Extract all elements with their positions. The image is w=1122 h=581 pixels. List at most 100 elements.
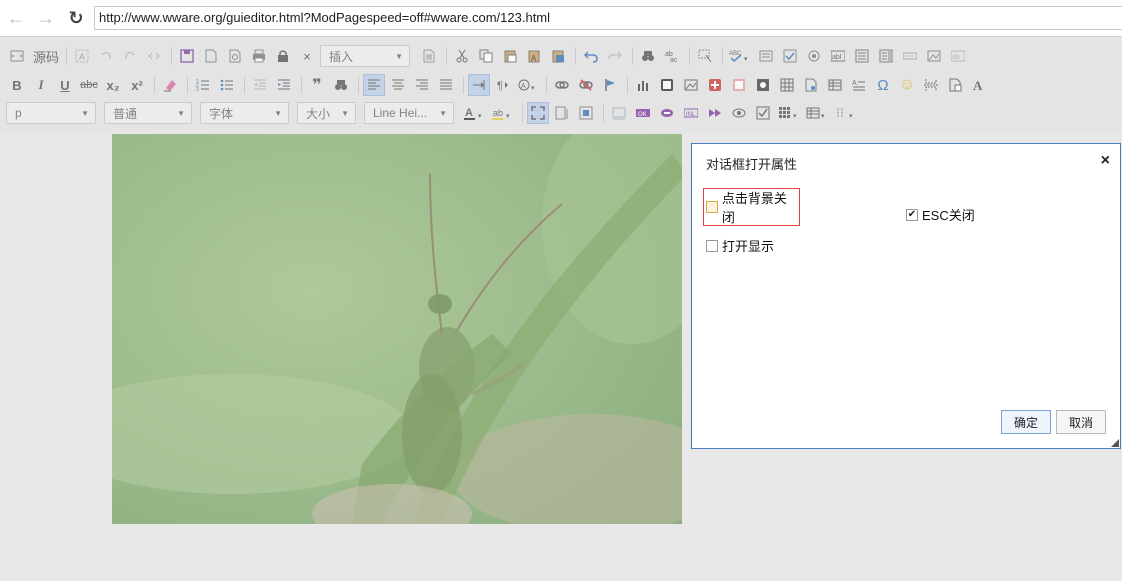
blockquote-icon[interactable]: ❞ — [306, 74, 328, 96]
redo-gray-icon[interactable] — [119, 45, 141, 67]
table-icon[interactable] — [824, 74, 846, 96]
subscript-icon[interactable]: x₂ — [102, 74, 124, 96]
find-icon-2[interactable] — [330, 74, 352, 96]
remove-format-icon[interactable] — [159, 74, 181, 96]
grid-icon[interactable]: ▾ — [776, 102, 802, 124]
page-break-icon[interactable] — [920, 74, 942, 96]
esc-close-option[interactable]: ✔ ESC关闭 — [906, 205, 975, 224]
plus-icon[interactable] — [704, 74, 726, 96]
copy-icon[interactable] — [475, 45, 497, 67]
special-char-icon[interactable]: Ω — [872, 74, 894, 96]
code-icon[interactable] — [143, 45, 165, 67]
bullet-list-icon[interactable] — [216, 74, 238, 96]
source-button[interactable]: 源码 — [30, 45, 62, 67]
esc-close-checkbox[interactable]: ✔ — [906, 208, 918, 221]
back-arrow-icon[interactable]: ← — [6, 8, 26, 28]
address-bar[interactable]: http://www.wware.org/guieditor.html?ModP… — [94, 6, 1122, 30]
line-height-dropdown[interactable]: Line Hei... ▼ — [364, 102, 454, 124]
ltr-icon[interactable] — [468, 74, 490, 96]
superscript-icon[interactable]: x² — [126, 74, 148, 96]
chart-icon[interactable] — [632, 74, 654, 96]
undo-gray-icon[interactable] — [95, 45, 117, 67]
select-list-icon[interactable] — [875, 45, 897, 67]
image-icon[interactable] — [680, 74, 702, 96]
select-all-icon[interactable]: A — [71, 45, 93, 67]
preview-icon[interactable] — [224, 45, 246, 67]
radio-icon[interactable] — [803, 45, 825, 67]
forward-icon[interactable] — [704, 102, 726, 124]
hidden-field-icon[interactable]: ab — [947, 45, 969, 67]
maximize-icon[interactable] — [527, 102, 549, 124]
cut-icon[interactable] — [451, 45, 473, 67]
button-icon[interactable] — [899, 45, 921, 67]
align-right-icon[interactable] — [411, 74, 433, 96]
rtl-icon[interactable]: ¶ — [492, 74, 514, 96]
text-color-icon[interactable]: A ▾ — [462, 102, 488, 124]
outdent-icon[interactable] — [249, 74, 271, 96]
print-icon[interactable] — [248, 45, 270, 67]
paste-icon[interactable] — [499, 45, 521, 67]
paste-word-icon[interactable] — [547, 45, 569, 67]
font-dropdown[interactable]: 字体 ▼ — [200, 102, 289, 124]
numbered-list-icon[interactable]: 123 — [192, 74, 214, 96]
insert-dropdown[interactable]: 插入 ▼ — [320, 45, 411, 67]
oval-badge-icon[interactable] — [656, 102, 678, 124]
about-icon[interactable] — [575, 102, 597, 124]
open-show-checkbox[interactable] — [706, 239, 718, 252]
align-center-icon[interactable] — [387, 74, 409, 96]
select-icon[interactable] — [694, 45, 716, 67]
save-icon[interactable] — [176, 45, 198, 67]
spellcheck-icon[interactable]: ABC ▾ — [727, 45, 753, 67]
video-icon[interactable] — [752, 74, 774, 96]
cancel-button[interactable]: 取消 — [1056, 410, 1106, 434]
flash-icon[interactable] — [656, 74, 678, 96]
font-size-dropdown[interactable]: 大小 ▼ — [297, 102, 356, 124]
background-color-icon[interactable]: ab ▾ — [490, 102, 516, 124]
ok-badge-icon[interactable]: OK — [632, 102, 654, 124]
align-left-icon[interactable] — [363, 74, 385, 96]
paragraph-format-dropdown[interactable]: p ▼ — [6, 102, 96, 124]
iframe-icon[interactable] — [728, 74, 750, 96]
bold-icon[interactable]: B — [6, 74, 28, 96]
justify-icon[interactable] — [435, 74, 457, 96]
close-doc-icon[interactable]: × — [296, 45, 318, 67]
lock-icon[interactable] — [272, 45, 294, 67]
check-box-icon[interactable] — [752, 102, 774, 124]
inline-badge-icon[interactable]: INL — [680, 102, 702, 124]
smiley-icon[interactable]: ☺ — [896, 74, 918, 96]
template-doc-icon[interactable] — [944, 74, 966, 96]
italic-icon[interactable]: I — [30, 74, 52, 96]
paste-text-icon[interactable]: A — [523, 45, 545, 67]
textfield-icon[interactable]: abl — [827, 45, 849, 67]
form-icon[interactable] — [755, 45, 777, 67]
indent-icon[interactable] — [273, 74, 295, 96]
reload-icon[interactable]: ↻ — [66, 8, 86, 28]
find-icon[interactable] — [637, 45, 659, 67]
redo-icon[interactable] — [604, 45, 626, 67]
source-icon[interactable] — [6, 45, 28, 67]
unlink-icon[interactable] — [575, 74, 597, 96]
eye-icon[interactable] — [728, 102, 750, 124]
ok-button[interactable]: 确定 — [1001, 410, 1051, 434]
undo-icon[interactable] — [580, 45, 602, 67]
resize-handle-icon[interactable] — [1111, 439, 1119, 447]
new-page-icon[interactable] — [200, 45, 222, 67]
template-icon[interactable] — [418, 45, 440, 67]
link-icon[interactable] — [551, 74, 573, 96]
document-icon[interactable] — [800, 74, 822, 96]
table-menu-icon[interactable]: ▾ — [804, 102, 830, 124]
textarea-icon[interactable] — [851, 45, 873, 67]
language-icon[interactable]: A ▾ — [516, 74, 540, 96]
click-bg-close-checkbox[interactable] — [706, 201, 718, 213]
anchor-icon[interactable] — [599, 74, 621, 96]
columns-icon[interactable]: ▾ — [832, 102, 858, 124]
image-button-icon[interactable] — [923, 45, 945, 67]
open-show-option[interactable]: 打开显示 — [706, 236, 774, 255]
click-bg-close-option[interactable]: 点击背景关闭 — [703, 188, 800, 226]
underline-icon[interactable]: U — [54, 74, 76, 96]
forward-arrow-icon[interactable]: → — [36, 8, 56, 28]
horizontal-rule-icon[interactable]: A — [848, 74, 870, 96]
show-blocks-icon[interactable] — [551, 102, 573, 124]
styles-icon[interactable]: A — [968, 74, 990, 96]
checkbox-icon[interactable] — [779, 45, 801, 67]
